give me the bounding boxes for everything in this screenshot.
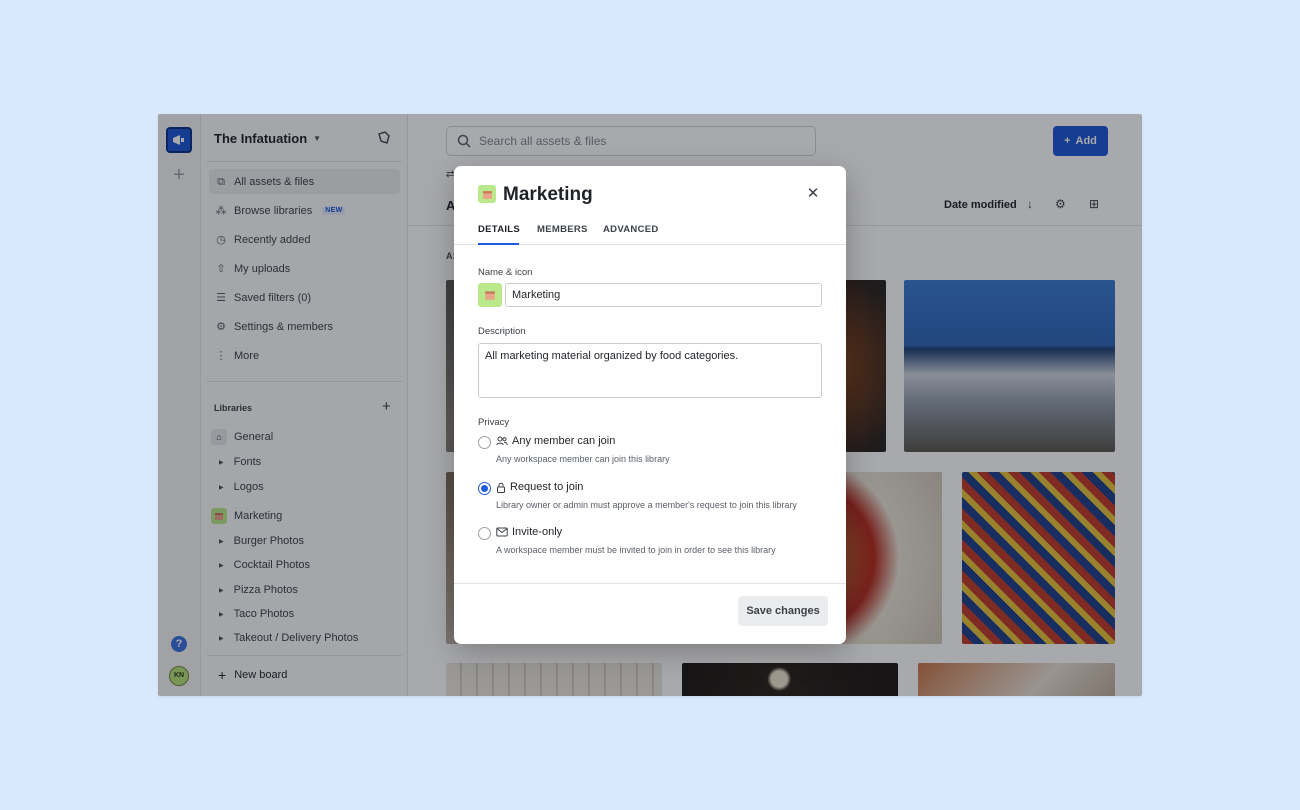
privacy-option-invite-only[interactable]: Invite-only [496,526,562,538]
option-title: Any member can join [512,435,616,447]
calendar-icon [485,291,495,300]
modal-title: Marketing [503,184,593,205]
calendar-icon [482,190,492,199]
option-description: Any workspace member can join this libra… [496,454,670,464]
library-name-input[interactable]: Marketing [505,283,822,307]
close-icon[interactable]: ✕ [804,185,822,203]
option-title: Request to join [510,481,584,493]
modal-tabs: DETAILS MEMBERS ADVANCED [454,218,846,245]
library-settings-modal: Marketing ✕ DETAILS MEMBERS ADVANCED Nam… [454,166,846,644]
name-icon-label: Name & icon [478,267,533,278]
privacy-option-request[interactable]: Request to join [496,481,583,493]
privacy-radio-any-member[interactable] [478,436,491,449]
lock-icon [497,482,505,493]
save-changes-button[interactable]: Save changes [738,596,828,626]
privacy-radio-invite-only[interactable] [478,527,491,540]
icon-picker[interactable] [478,283,502,307]
tab-members[interactable]: MEMBERS [537,224,588,235]
option-title: Invite-only [512,526,563,538]
tab-details[interactable]: DETAILS [478,224,520,235]
option-description: Library owner or admin must approve a me… [496,500,797,510]
users-icon [496,436,508,446]
privacy-option-any-member[interactable]: Any member can join [496,435,615,447]
description-label: Description [478,326,526,337]
active-tab-indicator [478,243,519,245]
privacy-label: Privacy [478,417,510,428]
option-description: A workspace member must be invited to jo… [496,545,776,555]
privacy-radio-request[interactable] [478,482,491,495]
library-icon [478,185,496,203]
tab-advanced[interactable]: ADVANCED [603,224,659,235]
description-textarea[interactable]: All marketing material organized by food… [478,343,822,398]
mail-icon [496,527,508,537]
modal-footer-divider [454,583,846,584]
